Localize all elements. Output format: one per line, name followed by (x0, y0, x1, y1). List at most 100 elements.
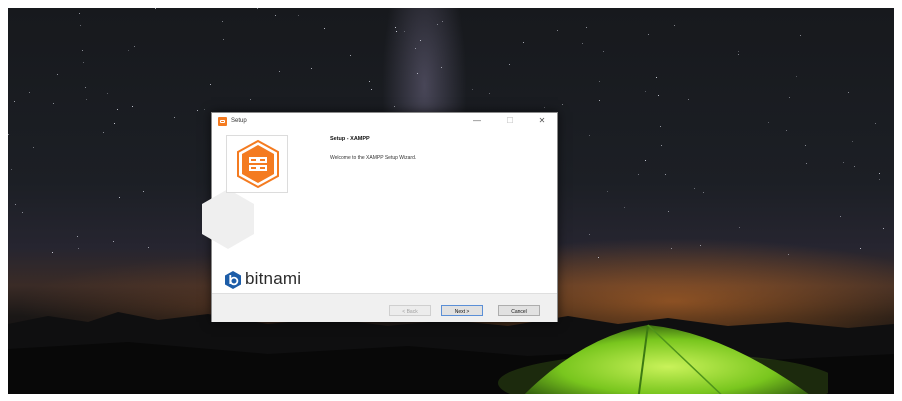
star (805, 145, 806, 146)
star (103, 132, 104, 133)
star (117, 109, 118, 110)
star (250, 99, 251, 100)
star (875, 123, 876, 124)
star (257, 8, 258, 9)
star (82, 50, 83, 51)
star (119, 197, 120, 198)
star (665, 174, 666, 175)
star (78, 248, 79, 249)
star (598, 257, 599, 258)
star (210, 84, 211, 85)
back-button[interactable]: < Back (389, 305, 431, 316)
star (738, 54, 739, 55)
star (523, 42, 524, 43)
star (22, 212, 23, 213)
star (77, 236, 78, 237)
star (674, 25, 675, 26)
star (660, 126, 661, 127)
star (79, 13, 80, 14)
star (442, 21, 443, 22)
star (197, 110, 198, 111)
star (404, 31, 405, 32)
star (786, 130, 787, 131)
page-heading: Setup - XAMPP (330, 136, 370, 142)
wizard-content: Setup - XAMPP Welcome to the XAMPP Setup… (330, 136, 550, 161)
star (113, 241, 114, 242)
star (128, 50, 129, 51)
star (589, 135, 590, 136)
star (489, 93, 490, 94)
star (53, 103, 54, 104)
star (57, 74, 58, 75)
star (420, 40, 421, 41)
logo-frame (226, 135, 288, 193)
star (350, 55, 351, 56)
star (52, 252, 53, 253)
star (661, 145, 662, 146)
bitnami-wordmark: bitnami (245, 269, 302, 288)
star (223, 39, 224, 40)
star (739, 227, 740, 228)
star (85, 87, 86, 88)
cancel-button[interactable]: Cancel (498, 305, 540, 316)
maximize-button[interactable]: ☐ (502, 115, 518, 126)
minimize-button[interactable]: — (469, 115, 485, 126)
next-button[interactable]: Next > (441, 305, 483, 316)
star (86, 99, 87, 100)
star (694, 188, 695, 189)
star (155, 8, 156, 9)
star (700, 245, 701, 246)
star (114, 123, 115, 124)
star (143, 191, 144, 192)
star (298, 15, 299, 16)
star (29, 92, 30, 93)
star (132, 106, 133, 107)
star (852, 141, 853, 142)
star (586, 27, 587, 28)
star (599, 100, 600, 101)
star (854, 166, 855, 167)
star (557, 30, 558, 31)
star (369, 81, 370, 82)
star (768, 122, 769, 123)
star (645, 160, 646, 161)
star (582, 43, 583, 44)
welcome-text: Welcome to the XAMPP Setup Wizard. (330, 155, 417, 161)
green-tent (498, 324, 828, 394)
star (738, 51, 739, 52)
window-title: Setup (231, 118, 247, 124)
star (789, 97, 790, 98)
star (603, 51, 604, 52)
close-button[interactable]: ✕ (534, 115, 550, 126)
star (417, 73, 418, 74)
wizard-footer: < Back Next > Cancel (212, 293, 557, 322)
star (441, 67, 442, 68)
xampp-logo-icon (237, 139, 279, 189)
star (472, 89, 473, 90)
star (437, 24, 438, 25)
star (860, 248, 861, 249)
star (279, 71, 280, 72)
star (33, 147, 34, 148)
star (624, 207, 625, 208)
star (544, 107, 545, 108)
xampp-app-icon (218, 116, 227, 126)
star (668, 211, 669, 212)
star (656, 77, 657, 78)
star (796, 76, 797, 77)
star (688, 99, 689, 100)
star (599, 81, 600, 82)
star (11, 169, 12, 170)
star (883, 228, 884, 229)
bitnami-icon (225, 271, 241, 289)
star (879, 173, 880, 174)
star (703, 192, 704, 193)
star (15, 204, 16, 205)
star (509, 64, 510, 65)
star (8, 134, 9, 135)
wizard-side-panel: bitnami (202, 129, 317, 293)
star (394, 106, 395, 107)
title-bar[interactable]: Setup — ☐ ✕ (212, 113, 557, 129)
star (107, 93, 108, 94)
setup-window[interactable]: Setup — ☐ ✕ bitnami Setup - XAMPP Welcom… (202, 112, 558, 322)
